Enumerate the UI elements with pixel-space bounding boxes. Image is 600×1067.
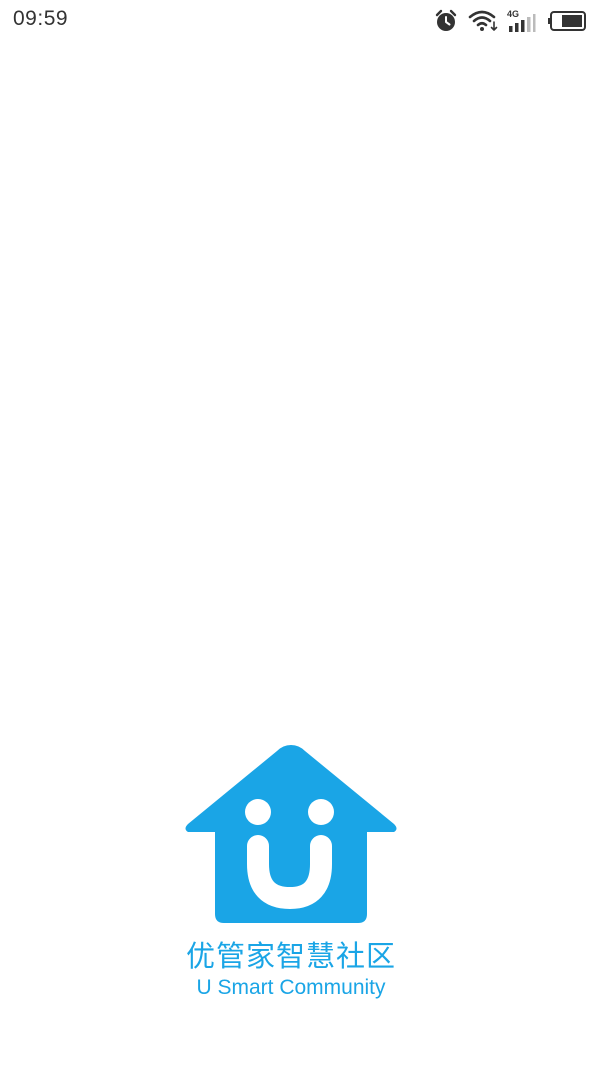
alarm-icon	[433, 8, 459, 34]
battery-icon	[548, 10, 588, 32]
house-smile-icon	[185, 745, 397, 923]
signal-icon: 4G	[506, 8, 536, 34]
status-icons: 4G	[433, 8, 588, 34]
app-logo: 优管家智慧社区 U Smart Community	[183, 742, 399, 1006]
status-bar: 09:59 4G	[0, 0, 600, 42]
network-type-label: 4G	[507, 9, 519, 19]
app-name-chinese: 优管家智慧社区	[185, 939, 396, 973]
splash-screen: 09:59 4G 优管家智慧社区 U Smart Community	[0, 0, 600, 1067]
status-time: 09:59	[13, 7, 69, 30]
app-name-english: U Smart Community	[196, 976, 386, 999]
wifi-icon	[468, 8, 498, 34]
